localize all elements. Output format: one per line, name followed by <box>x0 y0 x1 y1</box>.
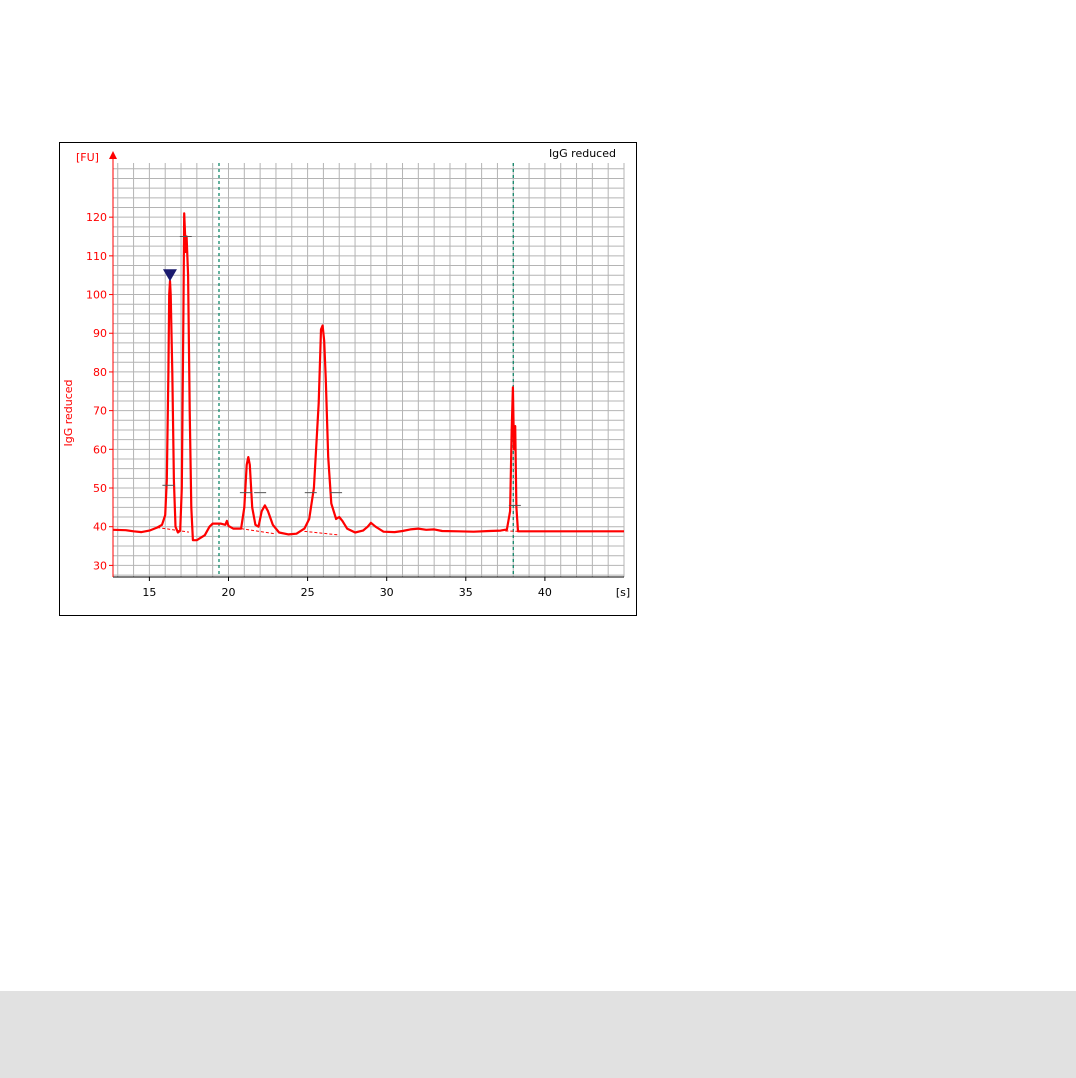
x-tick-label: 25 <box>301 586 315 599</box>
y-tick-label: 90 <box>93 327 107 340</box>
y-tick-label: 120 <box>86 211 107 224</box>
peak-baseline <box>304 530 338 536</box>
trace-layer <box>112 212 624 542</box>
chart-title: IgG reduced <box>549 147 616 160</box>
fraction-marker-lines <box>218 163 514 577</box>
signal-trace <box>112 212 624 542</box>
y-axis-label: IgG reduced <box>62 379 75 446</box>
peak-baseline <box>241 528 275 535</box>
footer-bar <box>0 991 1076 1078</box>
electropherogram-chart: 30 40 50 60 70 80 90 100 110 120 15 20 25 30 35 40 IgG … <box>62 147 630 599</box>
x-tick-label: 40 <box>538 586 552 599</box>
chart-panel: 30 40 50 60 70 80 90 100 110 120 15 20 25 30 35 40 IgG … <box>59 142 637 616</box>
page: 30 40 50 60 70 80 90 100 110 120 15 20 25 30 35 40 IgG … <box>0 0 1076 1078</box>
x-tick-label: 20 <box>221 586 235 599</box>
y-tick-label: 60 <box>93 443 107 456</box>
y-axis-arrow-icon <box>109 151 117 159</box>
x-tick-label: 35 <box>459 586 473 599</box>
peak-baseline <box>157 526 190 533</box>
y-tick-label: 30 <box>93 559 107 572</box>
y-tick-label: 50 <box>93 482 107 495</box>
x-tick-label: 30 <box>380 586 394 599</box>
y-tick-label: 70 <box>93 405 107 418</box>
y-tick-label: 40 <box>93 521 107 534</box>
x-axis-unit: [s] <box>616 586 630 599</box>
x-tick-label: 15 <box>142 586 156 599</box>
y-tick-label: 110 <box>86 250 107 263</box>
y-tick-label: 100 <box>86 289 107 302</box>
annotation-layer <box>162 236 521 506</box>
y-axis-unit: [FU] <box>76 151 99 164</box>
y-tick-label: 80 <box>93 366 107 379</box>
